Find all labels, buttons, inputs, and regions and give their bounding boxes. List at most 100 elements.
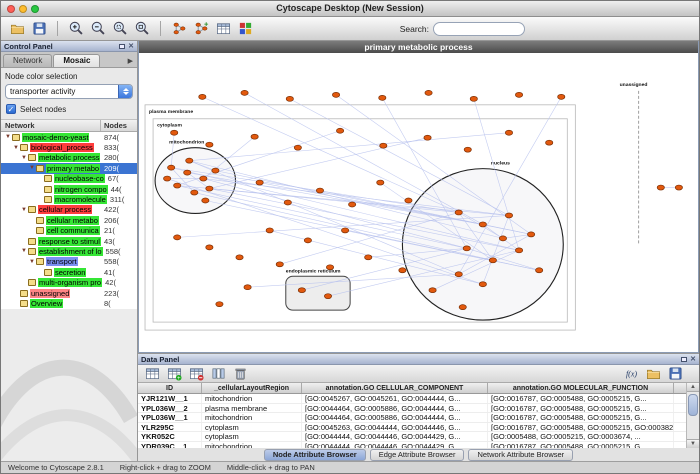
network-node[interactable] <box>429 288 436 293</box>
network-node[interactable] <box>657 185 664 190</box>
table-cell[interactable]: [GO:0045267, GO:0045261, GO:0044444, G..… <box>302 394 488 403</box>
column-header[interactable]: ID <box>138 383 202 393</box>
trash-icon[interactable] <box>230 364 250 384</box>
network-node[interactable] <box>341 228 348 233</box>
network-node[interactable] <box>164 176 171 181</box>
network-node[interactable] <box>216 302 223 307</box>
table-cell[interactable]: [GO:0016787, GO:0005488, GO:0005215, G..… <box>488 442 674 449</box>
table-cell[interactable]: mitochondrion <box>202 413 302 422</box>
table-cell[interactable]: [GO:0044464, GO:0005886, GO:0044444, G..… <box>302 404 488 413</box>
tree-row[interactable]: nitrogen compo44( <box>1 184 137 194</box>
tree-row[interactable]: macromolecule311( <box>1 194 137 204</box>
network-node[interactable] <box>171 130 178 135</box>
search-input[interactable] <box>433 22 525 36</box>
zoom-out-icon[interactable] <box>88 19 108 39</box>
export-attributes-icon[interactable] <box>665 364 685 384</box>
column-settings-icon[interactable] <box>208 364 228 384</box>
table-row[interactable]: YJR121W__1mitochondrion[GO:0045267, GO:0… <box>138 394 699 404</box>
scrollbar-thumb[interactable] <box>688 394 698 416</box>
zoom-selected-icon[interactable] <box>110 19 130 39</box>
network-node[interactable] <box>241 90 248 95</box>
table-cell[interactable]: [GO:0045263, GO:0044444, GO:0044446, G..… <box>302 423 488 432</box>
expander-icon[interactable]: ▼ <box>4 133 12 141</box>
network-node[interactable] <box>276 262 283 267</box>
network-node[interactable] <box>536 268 543 273</box>
network-node[interactable] <box>527 232 534 237</box>
network-node[interactable] <box>284 200 291 205</box>
expander-icon[interactable]: ▼ <box>12 144 20 152</box>
network-node[interactable] <box>206 142 213 147</box>
float-panel-icon[interactable] <box>119 44 125 49</box>
network-node[interactable] <box>546 140 553 145</box>
network-node[interactable] <box>379 95 386 100</box>
network-node[interactable] <box>174 183 181 188</box>
expander-icon[interactable]: ▼ <box>20 247 28 255</box>
network-node[interactable] <box>298 288 305 293</box>
tree-column-nodes[interactable]: Nodes <box>101 120 137 132</box>
close-data-panel-icon[interactable]: ✕ <box>690 356 696 363</box>
table-vertical-scrollbar[interactable]: ▲ ▼ <box>686 383 699 448</box>
network-node[interactable] <box>206 245 213 250</box>
tree-row[interactable]: ▼primary metabo209( <box>1 163 137 173</box>
vizmapper-icon[interactable] <box>235 19 255 39</box>
tab-edge-attribute-browser[interactable]: Edge Attribute Browser <box>370 449 465 461</box>
table-row[interactable]: YDR039C__1mitochondrion[GO:0044444, GO:0… <box>138 442 699 449</box>
network-node[interactable] <box>455 210 462 215</box>
network-node[interactable] <box>380 143 387 148</box>
import-attributes-icon[interactable] <box>643 364 663 384</box>
table-cell[interactable]: YPL036W__1 <box>138 413 202 422</box>
network-node[interactable] <box>266 228 273 233</box>
network-node[interactable] <box>425 90 432 95</box>
zoom-fit-content-icon[interactable] <box>132 19 152 39</box>
network-node[interactable] <box>505 130 512 135</box>
network-node[interactable] <box>399 268 406 273</box>
network-node[interactable] <box>365 255 372 260</box>
float-data-panel-icon[interactable] <box>681 357 687 362</box>
network-node[interactable] <box>186 158 193 163</box>
column-header[interactable]: _cellularLayoutRegion <box>202 383 302 393</box>
import-table-icon[interactable] <box>213 19 233 39</box>
tree-row[interactable]: unassigned223( <box>1 288 137 298</box>
network-node[interactable] <box>332 92 339 97</box>
network-node[interactable] <box>489 258 496 263</box>
tree-row[interactable]: ▼establishment of lo558( <box>1 246 137 256</box>
tree-row[interactable]: secretion41( <box>1 267 137 277</box>
new-network-icon[interactable]: + <box>191 19 211 39</box>
tab-overflow-arrow-icon[interactable]: ▶ <box>126 57 135 67</box>
network-node[interactable] <box>377 180 384 185</box>
node-color-dropdown[interactable]: transporter activity <box>5 84 133 99</box>
table-row[interactable]: YPL036W__2plasma membrane[GO:0044464, GO… <box>138 404 699 414</box>
network-node[interactable] <box>206 186 213 191</box>
network-node[interactable] <box>174 235 181 240</box>
scroll-up-icon[interactable]: ▲ <box>687 383 699 392</box>
network-node[interactable] <box>244 285 251 290</box>
select-nodes-checkbox[interactable] <box>6 104 16 114</box>
expander-icon[interactable]: ▼ <box>20 154 28 162</box>
network-node[interactable] <box>479 282 486 287</box>
network-node[interactable] <box>191 190 198 195</box>
tree-row[interactable]: ▼metabolic process280( <box>1 153 137 163</box>
column-header[interactable]: annotation.GO CELLULAR_COMPONENT <box>302 383 488 393</box>
network-node[interactable] <box>515 92 522 97</box>
network-node[interactable] <box>479 222 486 227</box>
table-cell[interactable]: YJR121W__1 <box>138 394 202 403</box>
scroll-down-icon[interactable]: ▼ <box>687 439 699 448</box>
table-row[interactable]: YLR295Ccytoplasm[GO:0045263, GO:0044444,… <box>138 423 699 433</box>
tab-mosaic[interactable]: Mosaic <box>53 54 100 67</box>
save-session-icon[interactable] <box>29 19 49 39</box>
network-node[interactable] <box>184 170 191 175</box>
network-node[interactable] <box>336 128 343 133</box>
network-node[interactable] <box>304 238 311 243</box>
tree-row[interactable]: ▼mosaic-demo-yeast874( <box>1 132 137 142</box>
tree-row[interactable]: multi-organism pro42( <box>1 277 137 287</box>
tab-node-attribute-browser[interactable]: Node Attribute Browser <box>264 449 366 461</box>
table-cell[interactable]: [GO:0016787, GO:0005488, GO:0005215, G..… <box>488 404 674 413</box>
network-node[interactable] <box>168 165 175 170</box>
network-node[interactable] <box>200 176 207 181</box>
table-cell[interactable]: cytoplasm <box>202 432 302 441</box>
table-cell[interactable]: plasma membrane <box>202 404 302 413</box>
network-canvas-wrap[interactable]: plasma membranecytoplasmmitochondrionnuc… <box>139 53 698 352</box>
table-cell[interactable]: [GO:0016787, GO:0005488, GO:0005215, GO:… <box>488 423 674 432</box>
table-cell[interactable]: cytoplasm <box>202 423 302 432</box>
tree-row[interactable]: ▼biological_process833( <box>1 142 137 152</box>
